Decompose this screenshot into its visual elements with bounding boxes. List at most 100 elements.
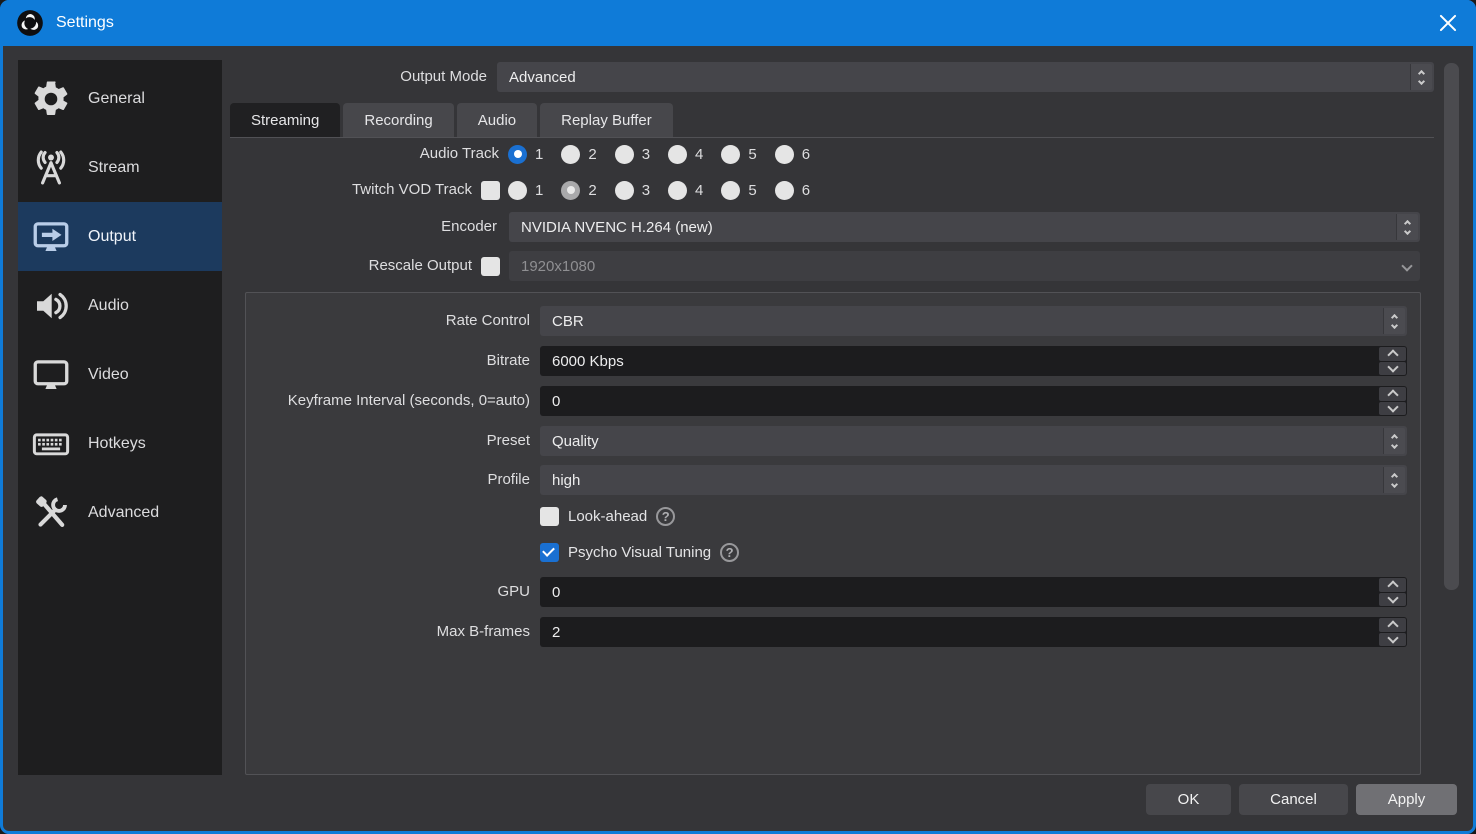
rate-control-value: CBR [552, 313, 584, 330]
tab-recording[interactable]: Recording [343, 103, 453, 137]
output-mode-label: Output Mode [222, 62, 487, 92]
preset-label: Preset [255, 426, 530, 456]
audio-track-radios: 1 2 3 4 5 6 [508, 139, 810, 169]
radio-audio-track-4[interactable] [668, 145, 687, 164]
radio-vod-track-4[interactable] [668, 181, 687, 200]
radio-label: 5 [748, 182, 756, 199]
radio-audio-track-1[interactable] [508, 145, 527, 164]
tab-label: Replay Buffer [561, 112, 652, 129]
rescale-output-checkbox[interactable] [481, 257, 500, 276]
sidebar-item-output[interactable]: Output [18, 202, 222, 271]
stepper-up-icon[interactable] [1379, 618, 1406, 632]
twitch-vod-track-radios: 1 2 3 4 5 6 [508, 175, 810, 205]
tab-streaming[interactable]: Streaming [230, 103, 340, 137]
tab-label: Recording [364, 112, 432, 129]
gpu-input[interactable]: 0 [540, 577, 1407, 607]
radio-vod-track-1[interactable] [508, 181, 527, 200]
stepper-up-icon[interactable] [1379, 347, 1406, 361]
look-ahead-checkbox[interactable] [540, 507, 559, 526]
profile-select[interactable]: high [540, 465, 1407, 495]
combo-spinner-icon[interactable] [1383, 467, 1405, 493]
stepper-up-icon[interactable] [1379, 578, 1406, 592]
sidebar-item-stream[interactable]: Stream [18, 133, 222, 202]
stepper-buttons [1379, 618, 1406, 646]
rescale-output-label: Rescale Output [222, 251, 472, 281]
output-monitor-arrow-icon [28, 214, 74, 260]
combo-spinner-icon[interactable] [1410, 64, 1432, 90]
sidebar-item-general[interactable]: General [18, 64, 222, 133]
encoder-value: NVIDIA NVENC H.264 (new) [521, 219, 713, 236]
gpu-label: GPU [255, 577, 530, 607]
stepper-down-icon[interactable] [1379, 362, 1406, 376]
sidebar-item-label: Stream [88, 159, 140, 177]
tab-audio[interactable]: Audio [457, 103, 537, 137]
stepper-down-icon[interactable] [1379, 402, 1406, 416]
radio-label: 4 [695, 146, 703, 163]
preset-value: Quality [552, 433, 599, 450]
keyframe-interval-input[interactable]: 0 [540, 386, 1407, 416]
tools-icon [28, 490, 74, 536]
combo-spinner-icon[interactable] [1396, 214, 1418, 240]
stepper-up-icon[interactable] [1379, 387, 1406, 401]
titlebar: Settings [0, 0, 1476, 46]
help-icon[interactable] [656, 507, 675, 526]
radio-vod-track-2[interactable] [561, 181, 580, 200]
preset-select[interactable]: Quality [540, 426, 1407, 456]
psycho-visual-tuning-checkbox[interactable] [540, 543, 559, 562]
output-tabbar: Streaming Recording Audio Replay Buffer [230, 103, 673, 137]
radio-audio-track-3[interactable] [615, 145, 634, 164]
radio-vod-track-6[interactable] [775, 181, 794, 200]
radio-label: 5 [748, 146, 756, 163]
window-title: Settings [56, 14, 114, 32]
encoder-select[interactable]: NVIDIA NVENC H.264 (new) [509, 212, 1420, 242]
broadcast-antenna-icon [28, 145, 74, 191]
twitch-vod-track-controls: 1 2 3 4 5 6 [481, 175, 810, 205]
gear-icon [28, 76, 74, 122]
radio-label: 3 [642, 182, 650, 199]
sidebar-item-audio[interactable]: Audio [18, 271, 222, 340]
rescale-resolution-select: 1920x1080 [509, 251, 1420, 281]
tab-label: Streaming [251, 112, 319, 129]
radio-label: 2 [588, 146, 596, 163]
audio-track-label: Audio Track [222, 139, 499, 169]
radio-audio-track-2[interactable] [561, 145, 580, 164]
radio-vod-track-5[interactable] [721, 181, 740, 200]
encoder-label: Encoder [222, 212, 497, 242]
monitor-icon [28, 352, 74, 398]
radio-audio-track-6[interactable] [775, 145, 794, 164]
sidebar-item-hotkeys[interactable]: Hotkeys [18, 409, 222, 478]
radio-label: 4 [695, 182, 703, 199]
vertical-scrollbar[interactable] [1444, 63, 1459, 590]
output-mode-select[interactable]: Advanced [497, 62, 1434, 92]
twitch-vod-track-checkbox[interactable] [481, 181, 500, 200]
help-icon[interactable] [720, 543, 739, 562]
max-b-frames-input[interactable]: 2 [540, 617, 1407, 647]
sidebar-item-advanced[interactable]: Advanced [18, 478, 222, 547]
stepper-buttons [1379, 387, 1406, 415]
radio-label: 6 [802, 146, 810, 163]
twitch-vod-track-label: Twitch VOD Track [222, 175, 472, 205]
combo-spinner-icon[interactable] [1383, 308, 1405, 334]
stepper-down-icon[interactable] [1379, 593, 1406, 607]
stepper-buttons [1379, 347, 1406, 375]
stepper-down-icon[interactable] [1379, 633, 1406, 647]
sidebar-item-video[interactable]: Video [18, 340, 222, 409]
dropdown-arrow-icon [1396, 253, 1418, 279]
keyframe-interval-label: Keyframe Interval (seconds, 0=auto) [255, 386, 530, 416]
tab-replay-buffer[interactable]: Replay Buffer [540, 103, 673, 137]
rate-control-select[interactable]: CBR [540, 306, 1407, 336]
ok-button[interactable]: OK [1146, 784, 1231, 815]
apply-button[interactable]: Apply [1356, 784, 1457, 815]
sidebar-item-label: Video [88, 366, 129, 384]
radio-vod-track-3[interactable] [615, 181, 634, 200]
settings-window: Settings General Stream [0, 0, 1476, 834]
radio-label: 2 [588, 182, 596, 199]
sidebar-item-label: Hotkeys [88, 435, 146, 453]
radio-label: 1 [535, 182, 543, 199]
radio-audio-track-5[interactable] [721, 145, 740, 164]
speaker-icon [28, 283, 74, 329]
cancel-button[interactable]: Cancel [1239, 784, 1348, 815]
combo-spinner-icon[interactable] [1383, 428, 1405, 454]
close-icon[interactable] [1438, 13, 1458, 33]
bitrate-input[interactable]: 6000 Kbps [540, 346, 1407, 376]
